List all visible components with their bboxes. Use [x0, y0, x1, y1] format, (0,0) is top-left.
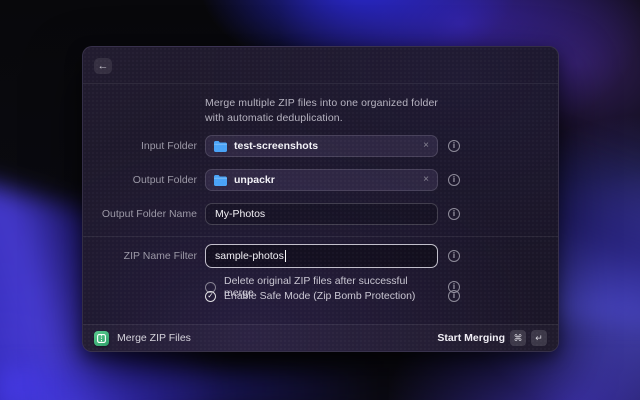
app-name: Merge ZIP Files [117, 332, 191, 344]
dialog-footer: Merge ZIP Files Start Merging ⌘ ↵ [83, 324, 558, 351]
output-folder-label: Output Folder [83, 174, 197, 186]
return-key-icon: ↵ [531, 330, 547, 346]
back-arrow-icon: ← [98, 59, 109, 74]
safe-mode-info-icon[interactable]: i [448, 290, 460, 302]
zip-name-filter-info-icon[interactable]: i [448, 250, 460, 262]
text-caret [285, 250, 286, 262]
clear-input-folder-button[interactable]: × [423, 141, 429, 151]
safe-mode-row: ✓ Enable Safe Mode (Zip Bomb Protection)… [83, 290, 558, 302]
folder-icon [214, 141, 227, 152]
output-folder-name-value: My-Photos [215, 208, 265, 220]
input-folder-field[interactable]: test-screenshots × [205, 135, 438, 157]
input-folder-info-icon[interactable]: i [448, 140, 460, 152]
header-divider [83, 83, 558, 84]
input-folder-label: Input Folder [83, 140, 197, 152]
zip-name-filter-value: sample-photos [215, 250, 284, 262]
unpackr-app-icon [94, 331, 109, 346]
output-folder-value: unpackr [234, 174, 275, 186]
output-folder-name-input[interactable]: My-Photos [205, 203, 438, 225]
wallpaper-streak-bottom [0, 368, 420, 400]
start-merging-button[interactable]: Start Merging [437, 332, 505, 344]
checkbox-checked-icon: ✓ [205, 291, 216, 302]
output-folder-row: Output Folder unpackr × i [83, 169, 558, 191]
output-folder-name-label: Output Folder Name [83, 208, 197, 220]
checkmark-icon: ✓ [207, 292, 213, 300]
safe-mode-checkbox[interactable]: ✓ Enable Safe Mode (Zip Bomb Protection) [205, 290, 438, 302]
back-button[interactable]: ← [94, 58, 112, 74]
zip-name-filter-row: ZIP Name Filter sample-photos i [83, 244, 558, 268]
command-key-icon: ⌘ [510, 330, 526, 346]
output-folder-info-icon[interactable]: i [448, 174, 460, 186]
folder-icon [214, 175, 227, 186]
clear-output-folder-button[interactable]: × [423, 175, 429, 185]
form-description: Merge multiple ZIP files into one organi… [205, 96, 453, 125]
section-divider [83, 236, 558, 237]
output-folder-name-info-icon[interactable]: i [448, 208, 460, 220]
output-folder-field[interactable]: unpackr × [205, 169, 438, 191]
dialog-header: ← [83, 47, 558, 83]
merge-zip-files-dialog: ← Merge multiple ZIP files into one orga… [82, 46, 559, 352]
input-folder-value: test-screenshots [234, 140, 318, 152]
output-folder-name-row: Output Folder Name My-Photos i [83, 203, 558, 225]
safe-mode-label: Enable Safe Mode (Zip Bomb Protection) [224, 290, 415, 302]
zip-name-filter-label: ZIP Name Filter [83, 250, 197, 262]
zip-name-filter-input[interactable]: sample-photos [205, 244, 438, 268]
input-folder-row: Input Folder test-screenshots × i [83, 135, 558, 157]
